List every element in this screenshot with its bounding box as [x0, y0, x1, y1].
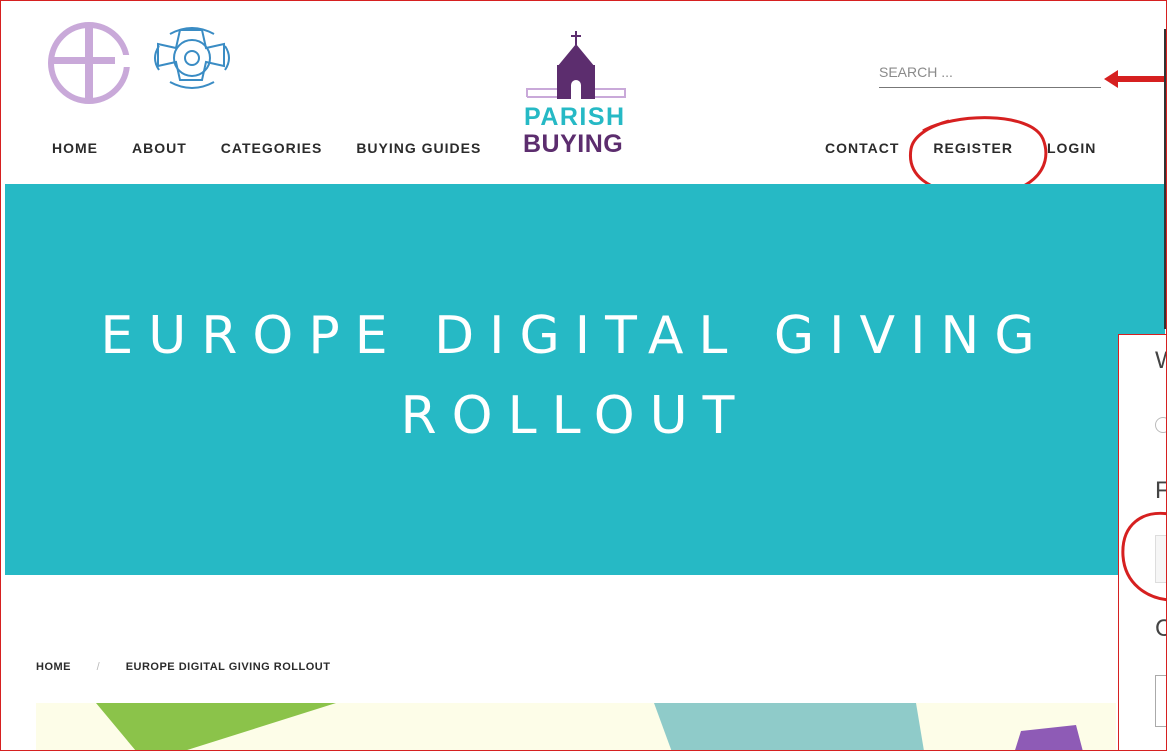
celtic-cross-logo-icon: [154, 27, 230, 89]
annotation-arrow-icon: [1104, 70, 1166, 88]
search-input[interactable]: [879, 50, 1101, 88]
nav-contact-link[interactable]: CONTACT: [825, 140, 899, 156]
nav-about-link[interactable]: ABOUT: [132, 140, 187, 156]
nav-home-link[interactable]: HOME: [52, 140, 98, 156]
page-frame: PARISH BUYING HOME ABOUT CATEGORIES BUYI…: [0, 0, 1167, 751]
abstract-shapes-graphic: [96, 703, 1083, 750]
popup-label-3: C: [1155, 615, 1166, 643]
popup-text-input-2[interactable]: [1155, 675, 1166, 727]
popup-label-2: F: [1155, 477, 1166, 505]
breadcrumb-current: EUROPE DIGITAL GIVING ROLLOUT: [125, 661, 331, 673]
primary-nav-right: CONTACT REGISTER LOGIN: [825, 140, 1096, 156]
popup-label-1: W: [1155, 347, 1166, 375]
logo-word-buying: BUYING: [523, 130, 624, 158]
page-title: EUROPE DIGITAL GIVING ROLLOUT: [100, 306, 1050, 446]
primary-nav-left: HOME ABOUT CATEGORIES BUYING GUIDES: [52, 140, 481, 156]
registration-popup-panel: W F C: [1118, 334, 1166, 750]
nav-buying-guides-link[interactable]: BUYING GUIDES: [356, 140, 481, 156]
hero-banner: EUROPE DIGITAL GIVING ROLLOUT: [5, 184, 1165, 575]
breadcrumb-home-link[interactable]: HOME: [36, 661, 71, 673]
nav-register-link[interactable]: REGISTER: [933, 140, 1013, 156]
nav-login-link[interactable]: LOGIN: [1047, 140, 1096, 156]
parish-buying-logo[interactable]: PARISH BUYING: [519, 31, 634, 161]
church-building-icon: [526, 31, 626, 99]
breadcrumb: HOME / EUROPE DIGITAL GIVING ROLLOUT: [36, 661, 330, 673]
church-of-england-logo-icon: [48, 22, 135, 104]
breadcrumb-separator: /: [96, 661, 101, 673]
featured-image: [36, 703, 1116, 750]
popup-text-input[interactable]: [1155, 535, 1166, 583]
radio-option-icon[interactable]: [1155, 417, 1166, 433]
nav-categories-link[interactable]: CATEGORIES: [221, 140, 323, 156]
logo-word-parish: PARISH: [524, 103, 626, 131]
